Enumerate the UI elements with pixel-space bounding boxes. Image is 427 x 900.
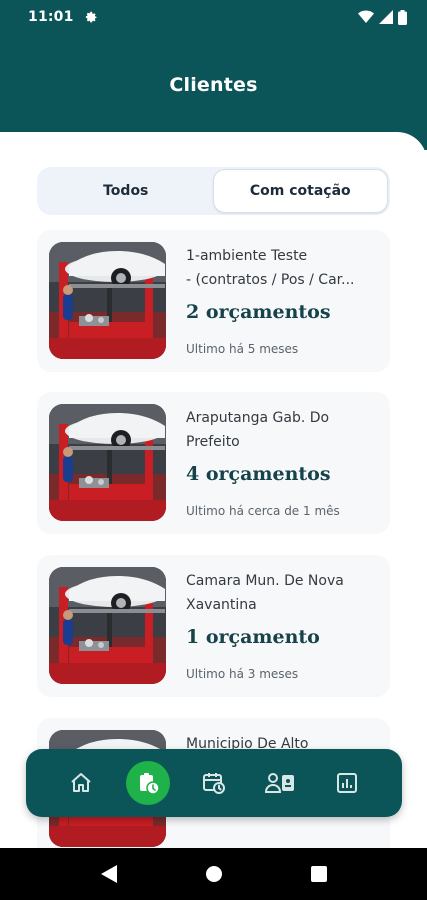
- system-navigation-bar: [0, 848, 427, 900]
- last-quote-time: Ultimo há 3 meses: [186, 667, 299, 681]
- quote-count: 1 orçamento: [186, 626, 320, 648]
- status-time: 11:01: [28, 9, 74, 25]
- tab-todos[interactable]: Todos: [39, 169, 213, 213]
- client-card[interactable]: Araputanga Gab. Do Prefeito 4 orçamentos…: [37, 392, 390, 534]
- chart-icon: [336, 773, 357, 793]
- back-icon[interactable]: [100, 865, 117, 883]
- settings-gear-icon: [84, 10, 98, 24]
- last-quote-time: Ultimo há 5 meses: [186, 342, 299, 356]
- client-card[interactable]: 1-ambiente Teste - (contratos / Pos / Ca…: [37, 230, 390, 372]
- nav-home[interactable]: [59, 761, 103, 805]
- client-name: 1-ambiente Teste - (contratos / Pos / Ca…: [186, 248, 355, 288]
- page-title: Clientes: [169, 74, 258, 96]
- header-curve: [0, 132, 427, 162]
- status-icons: [358, 9, 407, 25]
- recents-icon[interactable]: [310, 866, 327, 882]
- home-icon: [71, 773, 91, 792]
- nav-reports[interactable]: [325, 761, 369, 805]
- person-card-icon: [265, 773, 295, 793]
- status-bar: 11:01: [0, 0, 427, 34]
- signal-icon: [379, 10, 393, 24]
- nav-quotes[interactable]: [125, 761, 170, 805]
- wifi-icon: [358, 10, 374, 23]
- clipboard-clock-icon: [139, 773, 160, 795]
- client-card[interactable]: Camara Mun. De Nova Xavantina 1 orçament…: [37, 555, 390, 697]
- client-thumbnail: [49, 242, 166, 359]
- nav-schedule[interactable]: [192, 761, 236, 805]
- filter-tabs: Todos Com cotação: [37, 167, 390, 215]
- quote-count: 2 orçamentos: [186, 301, 331, 323]
- home-circle-icon[interactable]: [205, 865, 223, 883]
- client-thumbnail: [49, 567, 166, 684]
- last-quote-time: Ultimo há cerca de 1 mês: [186, 504, 340, 518]
- quote-count: 4 orçamentos: [186, 463, 331, 485]
- bottom-navigation: [26, 749, 402, 817]
- calendar-clock-icon: [202, 773, 225, 794]
- client-name: Araputanga Gab. Do Prefeito: [186, 410, 330, 450]
- tab-com-cotacao[interactable]: Com cotação: [212, 169, 388, 213]
- client-thumbnail: [49, 404, 166, 521]
- nav-clients[interactable]: [258, 761, 302, 805]
- battery-icon: [398, 9, 407, 25]
- client-name: Camara Mun. De Nova Xavantina: [186, 573, 344, 613]
